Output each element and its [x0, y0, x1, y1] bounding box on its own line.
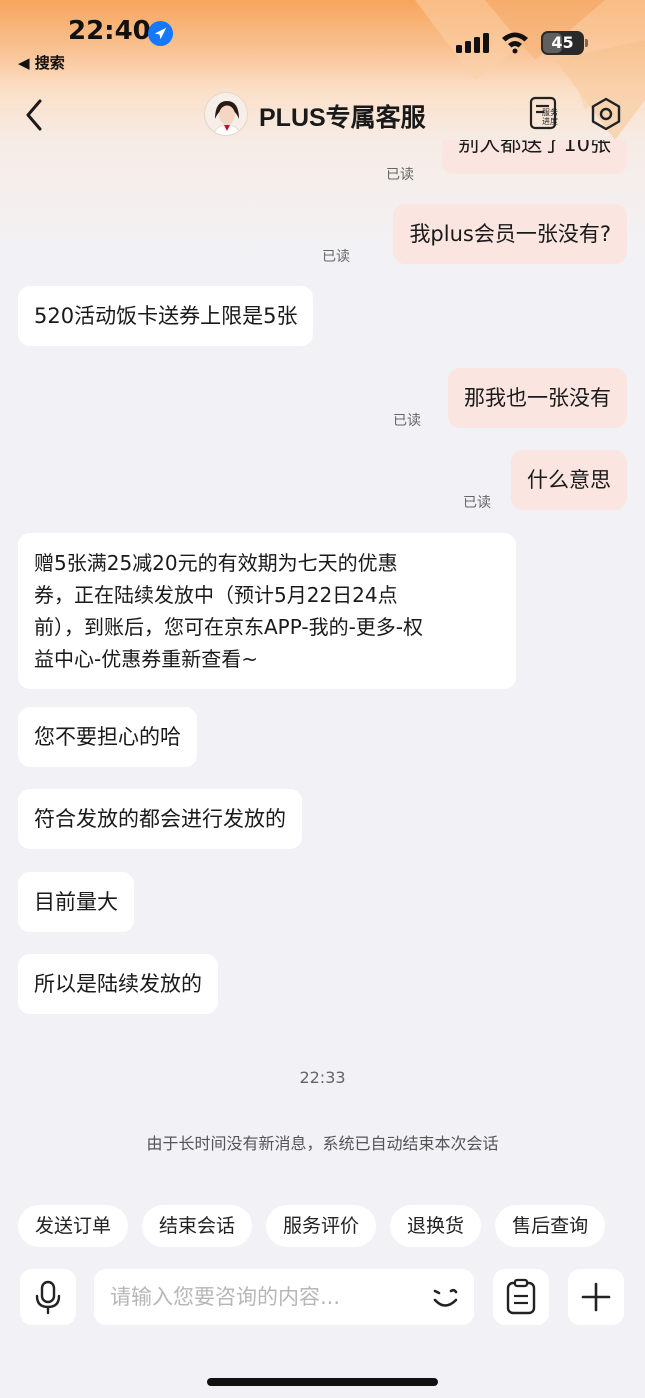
message-bubble-outgoing[interactable]: 我plus会员一张没有? — [393, 204, 627, 264]
message-text: 您不要担心的哈 — [34, 725, 181, 749]
wifi-icon — [502, 32, 528, 54]
message-bubble-incoming[interactable]: 您不要担心的哈 — [18, 707, 197, 767]
message-text: 我plus会员一张没有? — [409, 222, 611, 246]
settings-icon[interactable] — [588, 96, 624, 132]
message-text-line: 益中心-优惠券重新查看~ — [34, 647, 258, 671]
quick-action-after-sales[interactable]: 售后查询 — [495, 1205, 606, 1247]
microphone-icon — [35, 1280, 61, 1315]
clipboard-button[interactable] — [493, 1269, 549, 1325]
emoji-icon[interactable] — [429, 1281, 461, 1313]
message-text: 符合发放的都会进行发放的 — [34, 807, 286, 831]
more-options-button[interactable] — [568, 1269, 624, 1325]
message-input[interactable]: 请输入您要咨询的内容... — [94, 1269, 474, 1325]
read-receipt: 已读 — [322, 249, 350, 265]
read-receipt: 已读 — [386, 167, 414, 183]
message-bubble-outgoing[interactable]: 那我也一张没有 — [448, 368, 627, 428]
quick-action-bar: 发送订单 结束会话 服务评价 退换货 售后查询 — [18, 1205, 645, 1247]
home-indicator[interactable] — [207, 1378, 438, 1386]
agent-avatar[interactable] — [204, 92, 248, 136]
chat-header: PLUS专属客服 服务进度 — [0, 86, 645, 144]
message-bubble-incoming[interactable]: 目前量大 — [18, 872, 134, 932]
service-progress-label: 服务进度 — [542, 108, 558, 126]
message-text-line: 券，正在陆续发放中（预计5月22日24点 — [34, 583, 398, 607]
battery-icon: 45 — [541, 31, 589, 55]
message-bubble-outgoing[interactable]: 什么意思 — [511, 450, 627, 510]
status-bar: 22:40 ◀ 搜索 45 — [0, 0, 645, 80]
read-receipt: 已读 — [463, 495, 491, 511]
back-to-app-link[interactable]: ◀ 搜索 — [18, 52, 65, 73]
read-receipt: 已读 — [393, 413, 421, 429]
message-text: 那我也一张没有 — [464, 386, 611, 410]
voice-input-button[interactable] — [20, 1269, 76, 1325]
page-title: PLUS专属客服 — [259, 104, 426, 132]
message-text: 所以是陆续发放的 — [34, 972, 202, 996]
message-input-placeholder: 请输入您要咨询的内容... — [110, 1285, 341, 1309]
message-bubble-outgoing[interactable]: 别人都送了10张 — [442, 140, 627, 174]
message-bubble-incoming[interactable]: 符合发放的都会进行发放的 — [18, 789, 302, 849]
input-bar: 请输入您要咨询的内容... — [0, 1265, 645, 1335]
message-text: 520活动饭卡送券上限是5张 — [34, 304, 298, 328]
message-text: 什么意思 — [527, 468, 611, 492]
signal-icon — [456, 33, 489, 53]
service-progress-button[interactable]: 服务进度 — [527, 94, 567, 134]
quick-action-end-session[interactable]: 结束会话 — [142, 1205, 253, 1247]
battery-level: 45 — [551, 33, 574, 52]
clipboard-icon — [506, 1278, 536, 1315]
message-bubble-incoming[interactable]: 520活动饭卡送券上限是5张 — [18, 286, 314, 346]
status-time: 22:40 — [68, 16, 151, 46]
message-bubble-incoming[interactable]: 所以是陆续发放的 — [18, 954, 218, 1014]
back-chevron-icon[interactable] — [20, 96, 50, 134]
quick-action-return-exchange[interactable]: 退换货 — [390, 1205, 482, 1247]
message-text: 目前量大 — [34, 890, 118, 914]
quick-action-send-order[interactable]: 发送订单 — [18, 1205, 129, 1247]
message-timestamp: 22:33 — [299, 1068, 346, 1087]
message-text-line: 赠5张满25减20元的有效期为七天的优惠 — [34, 551, 398, 575]
plus-icon — [581, 1282, 611, 1312]
quick-action-rate-service[interactable]: 服务评价 — [266, 1205, 377, 1247]
location-arrow-icon — [147, 20, 174, 47]
message-text-line: 前），到账后，您可在京东APP-我的-更多-权 — [34, 615, 424, 639]
chat-message-list[interactable]: 别人都送了10张 已读 我plus会员一张没有? 已读 520活动饭卡送券上限是… — [0, 140, 645, 1190]
system-message: 由于长时间没有新消息，系统已自动结束本次会话 — [146, 1134, 499, 1153]
message-bubble-incoming[interactable]: 赠5张满25减20元的有效期为七天的优惠 券，正在陆续发放中（预计5月22日24… — [18, 533, 516, 689]
